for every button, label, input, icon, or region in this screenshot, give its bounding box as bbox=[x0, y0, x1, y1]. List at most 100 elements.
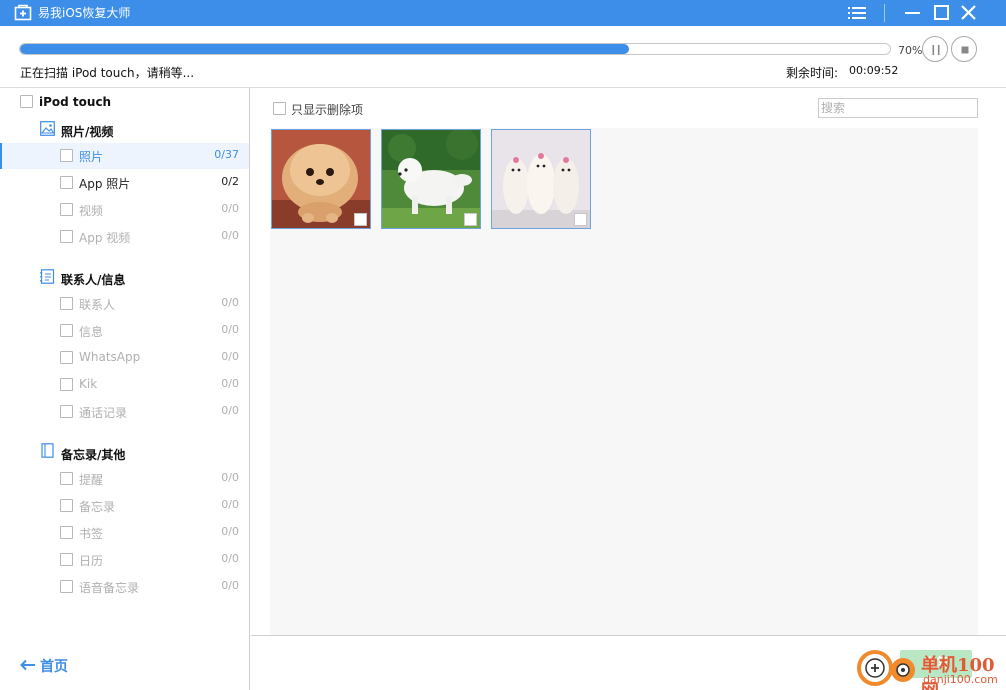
sidebar-item-calendar[interactable]: 日历 0/0 bbox=[0, 547, 249, 573]
danji100-logo-icon bbox=[857, 650, 915, 686]
maximize-icon bbox=[934, 5, 949, 20]
search-input[interactable] bbox=[818, 98, 978, 118]
image-icon bbox=[40, 121, 55, 136]
show-deleted-only-label: 只显示删除项 bbox=[291, 103, 364, 117]
photo-thumbnail[interactable] bbox=[381, 129, 481, 229]
pause-button[interactable] bbox=[922, 36, 948, 62]
sidebar-item-app-videos[interactable]: App 视频 0/0 bbox=[0, 224, 249, 250]
device-checkbox[interactable] bbox=[20, 95, 33, 108]
sidebar-item-videos[interactable]: 视频 0/0 bbox=[0, 197, 249, 223]
group-label-contacts-messages: 联系人/信息 bbox=[61, 273, 126, 287]
scan-progress-panel: 70% 正在扫描 iPod touch，请稍等... 剩余时间: 00:09:5… bbox=[0, 26, 1006, 88]
sidebar-item-app-photos[interactable]: App 照片 0/2 bbox=[0, 170, 249, 196]
item-checkbox[interactable] bbox=[60, 472, 73, 485]
item-label: 照片 bbox=[79, 150, 104, 164]
item-checkbox[interactable] bbox=[60, 378, 73, 391]
maximize-button[interactable] bbox=[930, 2, 954, 24]
item-label: Kik bbox=[79, 377, 98, 391]
item-checkbox[interactable] bbox=[60, 351, 73, 364]
item-count: 0/0 bbox=[221, 552, 239, 565]
category-sidebar: iPod touch 照片/视频 照片 0/37 App 照片 0/2 视频 0… bbox=[0, 88, 250, 690]
item-checkbox[interactable] bbox=[60, 230, 73, 243]
sidebar-item-call-history[interactable]: 通话记录 0/0 bbox=[0, 399, 249, 425]
item-label: App 照片 bbox=[79, 177, 131, 191]
item-label: 日历 bbox=[79, 554, 104, 568]
minimize-icon bbox=[905, 12, 920, 14]
watermark-url: danji100.com bbox=[923, 673, 998, 686]
item-count: 0/0 bbox=[221, 202, 239, 215]
stop-button[interactable] bbox=[951, 36, 977, 62]
item-checkbox[interactable] bbox=[60, 499, 73, 512]
item-count: 0/0 bbox=[221, 498, 239, 511]
sidebar-item-contacts[interactable]: 联系人 0/0 bbox=[0, 291, 249, 317]
pause-icon bbox=[932, 45, 940, 55]
show-deleted-only-checkbox[interactable] bbox=[273, 102, 286, 115]
sidebar-item-notes[interactable]: 备忘录 0/0 bbox=[0, 493, 249, 519]
item-count: 0/0 bbox=[221, 471, 239, 484]
item-count: 0/0 bbox=[221, 525, 239, 538]
title-bar: 易我iOS恢复大师 bbox=[0, 0, 1006, 26]
notebook-icon bbox=[41, 443, 54, 458]
device-label: iPod touch bbox=[39, 95, 112, 109]
sidebar-item-kik[interactable]: Kik 0/0 bbox=[0, 372, 249, 398]
item-count: 0/0 bbox=[221, 350, 239, 363]
item-label: WhatsApp bbox=[79, 350, 141, 364]
home-label: 首页 bbox=[40, 659, 68, 675]
sidebar-item-whatsapp[interactable]: WhatsApp 0/0 bbox=[0, 345, 249, 371]
app-logo-icon bbox=[14, 4, 32, 21]
item-label: 联系人 bbox=[79, 298, 116, 312]
thumbnail-grid bbox=[270, 128, 978, 635]
sidebar-item-voice-memos[interactable]: 语音备忘录 0/0 bbox=[0, 574, 249, 600]
item-count: 0/0 bbox=[221, 377, 239, 390]
item-count: 0/0 bbox=[221, 323, 239, 336]
item-label: 书签 bbox=[79, 527, 104, 541]
item-label: 备忘录 bbox=[79, 500, 116, 514]
sidebar-item-bookmarks[interactable]: 书签 0/0 bbox=[0, 520, 249, 546]
item-checkbox[interactable] bbox=[60, 324, 73, 337]
item-count: 0/0 bbox=[221, 296, 239, 309]
stop-icon bbox=[961, 46, 969, 54]
item-label: 信息 bbox=[79, 325, 104, 339]
photo-thumbnail[interactable] bbox=[271, 129, 371, 229]
titlebar-divider bbox=[884, 4, 885, 22]
item-checkbox[interactable] bbox=[60, 553, 73, 566]
item-checkbox[interactable] bbox=[60, 203, 73, 216]
item-checkbox[interactable] bbox=[60, 526, 73, 539]
footer-bar: 恢复 单机100网 danji100.com bbox=[251, 635, 1006, 690]
item-checkbox[interactable] bbox=[60, 149, 73, 162]
scan-status-text: 正在扫描 iPod touch，请稍等... bbox=[20, 66, 195, 80]
thumbnail-checkbox[interactable] bbox=[464, 213, 477, 226]
contacts-icon bbox=[40, 269, 55, 284]
minimize-button[interactable] bbox=[901, 2, 925, 24]
item-count: 0/37 bbox=[214, 148, 239, 161]
item-label: 视频 bbox=[79, 204, 104, 218]
item-checkbox[interactable] bbox=[60, 297, 73, 310]
progress-bar-fill bbox=[20, 44, 629, 54]
menu-button[interactable] bbox=[845, 2, 869, 24]
file-preview-panel: 只显示删除项 bbox=[251, 88, 1006, 635]
close-icon bbox=[961, 5, 976, 20]
sidebar-item-reminders[interactable]: 提醒 0/0 bbox=[0, 466, 249, 492]
item-label: App 视频 bbox=[79, 231, 131, 245]
item-count: 0/0 bbox=[221, 404, 239, 417]
progress-percent: 70% bbox=[898, 44, 923, 57]
item-checkbox[interactable] bbox=[60, 405, 73, 418]
sidebar-item-messages[interactable]: 信息 0/0 bbox=[0, 318, 249, 344]
close-button[interactable] bbox=[957, 2, 981, 24]
item-count: 0/0 bbox=[221, 229, 239, 242]
remaining-time-value: 00:09:52 bbox=[849, 64, 899, 77]
thumbnail-checkbox[interactable] bbox=[354, 213, 367, 226]
sidebar-item-photos[interactable]: 照片 0/37 bbox=[0, 143, 249, 169]
app-title: 易我iOS恢复大师 bbox=[38, 6, 131, 20]
photo-thumbnail[interactable] bbox=[491, 129, 591, 229]
progress-bar bbox=[19, 43, 891, 55]
group-label-notes-other: 备忘录/其他 bbox=[61, 448, 126, 462]
item-label: 提醒 bbox=[79, 473, 104, 487]
item-label: 通话记录 bbox=[79, 406, 128, 420]
item-checkbox[interactable] bbox=[60, 580, 73, 593]
item-label: 语音备忘录 bbox=[79, 581, 140, 595]
item-checkbox[interactable] bbox=[60, 176, 73, 189]
remaining-time-label: 剩余时间: bbox=[786, 66, 839, 80]
group-label-photos-videos: 照片/视频 bbox=[61, 125, 114, 139]
thumbnail-checkbox[interactable] bbox=[574, 213, 587, 226]
